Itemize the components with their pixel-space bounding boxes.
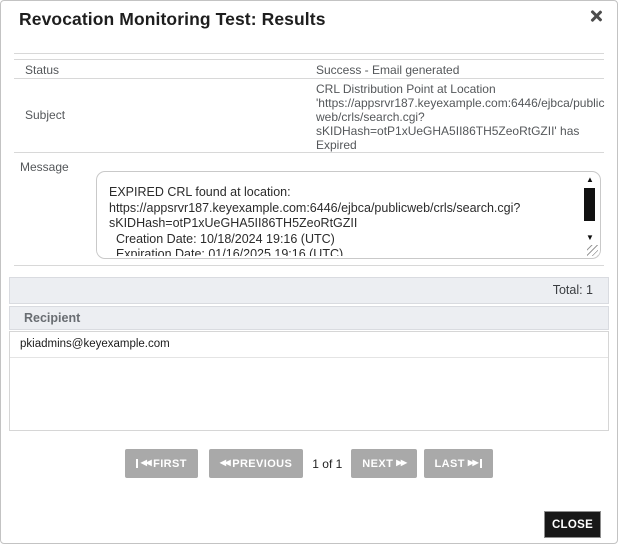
total-count: Total: 1 <box>553 283 593 297</box>
revocation-results-dialog: Revocation Monitoring Test: Results Stat… <box>0 0 618 544</box>
status-value: Success - Email generated <box>316 63 459 77</box>
first-page-button[interactable]: ◀◀FIRST <box>125 449 198 478</box>
skip-last-icon: ▶▶ <box>468 459 477 467</box>
close-button[interactable]: CLOSE <box>544 511 601 538</box>
table-top-border <box>14 59 604 60</box>
next-icon: ▶▶ <box>396 459 405 467</box>
previous-button-label: PREVIOUS <box>232 458 292 470</box>
subject-label: Subject <box>25 108 65 122</box>
close-icon[interactable] <box>588 8 604 24</box>
next-button-label: NEXT <box>362 458 393 470</box>
message-label: Message <box>20 160 69 174</box>
dialog-title: Revocation Monitoring Test: Results <box>19 9 326 30</box>
scroll-down-icon[interactable]: ▼ <box>583 233 597 243</box>
header-divider <box>14 53 604 54</box>
resize-grip-icon[interactable] <box>587 245 598 256</box>
next-page-button[interactable]: NEXT▶▶ <box>351 449 416 478</box>
row-divider <box>14 265 604 266</box>
recipient-email: pkiadmins@keyexample.com <box>20 338 170 350</box>
recipient-header-label: Recipient <box>24 311 80 325</box>
page-status: 1 of 1 <box>312 457 342 471</box>
message-textarea-frame: EXPIRED CRL found at location: https://a… <box>96 171 601 259</box>
last-page-button[interactable]: LAST▶▶ <box>424 449 494 478</box>
scrollbar-thumb[interactable] <box>584 188 595 221</box>
skip-first-icon: ◀◀ <box>141 459 150 467</box>
recipient-column-header: Recipient <box>9 306 609 330</box>
status-label: Status <box>25 63 59 77</box>
message-scrollbar[interactable]: ▲ ▼ <box>583 175 597 243</box>
scroll-up-icon[interactable]: ▲ <box>583 175 597 185</box>
skip-first-bar-icon <box>136 459 138 468</box>
skip-last-bar-icon <box>480 459 482 468</box>
recipient-list: pkiadmins@keyexample.com <box>9 331 609 431</box>
previous-page-button[interactable]: ◀◀PREVIOUS <box>209 449 303 478</box>
row-divider <box>14 78 604 79</box>
table-row[interactable]: pkiadmins@keyexample.com <box>10 332 608 358</box>
row-divider <box>14 152 604 153</box>
first-button-label: FIRST <box>153 458 187 470</box>
subject-value: CRL Distribution Point at Location 'http… <box>316 83 605 153</box>
pagination-bar: ◀◀FIRST ◀◀PREVIOUS 1 of 1 NEXT▶▶ LAST▶▶ <box>1 449 617 478</box>
previous-icon: ◀◀ <box>220 459 229 467</box>
total-bar: Total: 1 <box>9 277 609 304</box>
last-button-label: LAST <box>435 458 465 470</box>
message-textarea[interactable]: EXPIRED CRL found at location: https://a… <box>97 172 565 256</box>
